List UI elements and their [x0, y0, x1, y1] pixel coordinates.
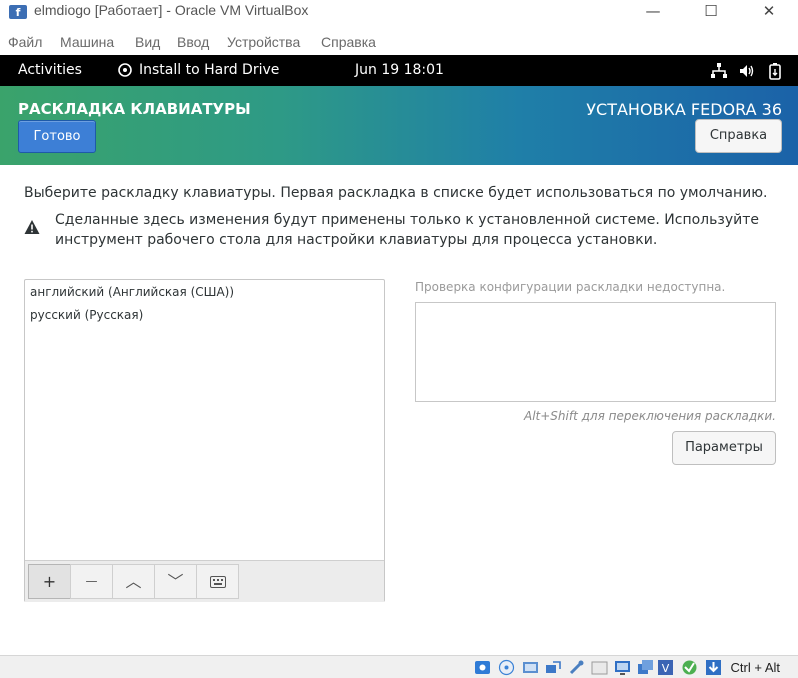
maximize-button[interactable]: ☐	[688, 0, 734, 24]
vt-x-icon[interactable]: V	[657, 659, 674, 676]
remove-layout-button[interactable]: —	[70, 564, 113, 599]
help-button[interactable]: Справка	[695, 119, 782, 153]
preview-layout-button[interactable]	[196, 564, 239, 599]
move-down-button[interactable]: ﹀	[154, 564, 197, 599]
close-button[interactable]: ✕	[746, 0, 792, 24]
product-title: УСТАНОВКА FEDORA 36	[586, 100, 782, 119]
switch-hint: Alt+Shift для переключения раскладки.	[524, 409, 776, 423]
add-layout-button[interactable]: +	[28, 564, 71, 599]
battery-icon[interactable]	[766, 62, 784, 80]
active-app-label[interactable]: Install to Hard Drive	[139, 62, 279, 78]
gnome-top-bar: Activities Install to Hard Drive Jun 19 …	[0, 55, 798, 86]
done-button[interactable]: Готово	[18, 120, 96, 153]
clock[interactable]: Jun 19 18:01	[355, 62, 444, 78]
host-key-label: Ctrl + Alt	[730, 660, 781, 675]
menubar: Файл Машина Вид Ввод Устройства Справка	[0, 30, 798, 54]
list-item[interactable]: русский (Русская)	[30, 308, 143, 322]
menu-file[interactable]: Файл	[8, 34, 42, 50]
layout-description: Выберите раскладку клавиатуры. Первая ра…	[24, 185, 768, 201]
volume-icon[interactable]	[738, 62, 756, 80]
list-item[interactable]: английский (Английская (США))	[30, 285, 234, 299]
layout-list[interactable]: английский (Английская (США)) русский (Р…	[24, 279, 385, 602]
window-titlebar: f elmdiogo [Работает] - Oracle VM Virtua…	[0, 0, 798, 26]
activities-button[interactable]: Activities	[18, 62, 82, 78]
menu-devices[interactable]: Устройства	[227, 34, 300, 50]
host-key-arrow-icon[interactable]	[705, 659, 722, 676]
warning-icon	[24, 220, 40, 234]
keyboard-layout-content: Выберите раскладку клавиатуры. Первая ра…	[0, 165, 798, 655]
guest-additions-icon[interactable]	[681, 659, 698, 676]
optical-drive-icon[interactable]	[498, 659, 515, 676]
spoke-title: РАСКЛАДКА КЛАВИАТУРЫ	[18, 100, 251, 118]
svg-text:f: f	[16, 6, 21, 19]
spoke-header: РАСКЛАДКА КЛАВИАТУРЫ УСТАНОВКА FEDORA 36…	[0, 86, 798, 165]
network-adapter-icon[interactable]	[545, 659, 562, 676]
layout-test-field[interactable]	[415, 302, 776, 402]
svg-text:V: V	[662, 662, 670, 675]
hard-disk-icon[interactable]	[474, 659, 491, 676]
menu-help[interactable]: Справка	[321, 34, 376, 50]
audio-icon[interactable]	[522, 659, 539, 676]
warning-text: Сделанные здесь изменения будут применен…	[55, 212, 759, 248]
menu-machine[interactable]: Машина	[60, 34, 114, 50]
menu-view[interactable]: Вид	[135, 34, 160, 50]
move-up-button[interactable]: ︿	[112, 564, 155, 599]
window-title: elmdiogo [Работает] - Oracle VM VirtualB…	[34, 2, 309, 18]
menu-input[interactable]: Ввод	[177, 34, 209, 50]
installer-icon	[118, 63, 132, 77]
shared-folders-icon[interactable]	[591, 659, 608, 676]
virtualbox-icon: f	[9, 5, 27, 19]
network-icon[interactable]	[710, 62, 728, 80]
preview-label: Проверка конфигурации раскладки недоступ…	[415, 280, 726, 294]
video-capture-icon[interactable]	[637, 659, 654, 676]
usb-icon[interactable]	[568, 659, 585, 676]
layout-toolbar: + — ︿ ﹀	[25, 560, 384, 602]
virtualbox-statusbar: V Ctrl + Alt	[0, 655, 798, 678]
display-icon[interactable]	[614, 659, 631, 676]
keyboard-icon	[209, 576, 226, 588]
minimize-button[interactable]: —	[630, 0, 676, 24]
options-button[interactable]: Параметры	[672, 431, 776, 465]
